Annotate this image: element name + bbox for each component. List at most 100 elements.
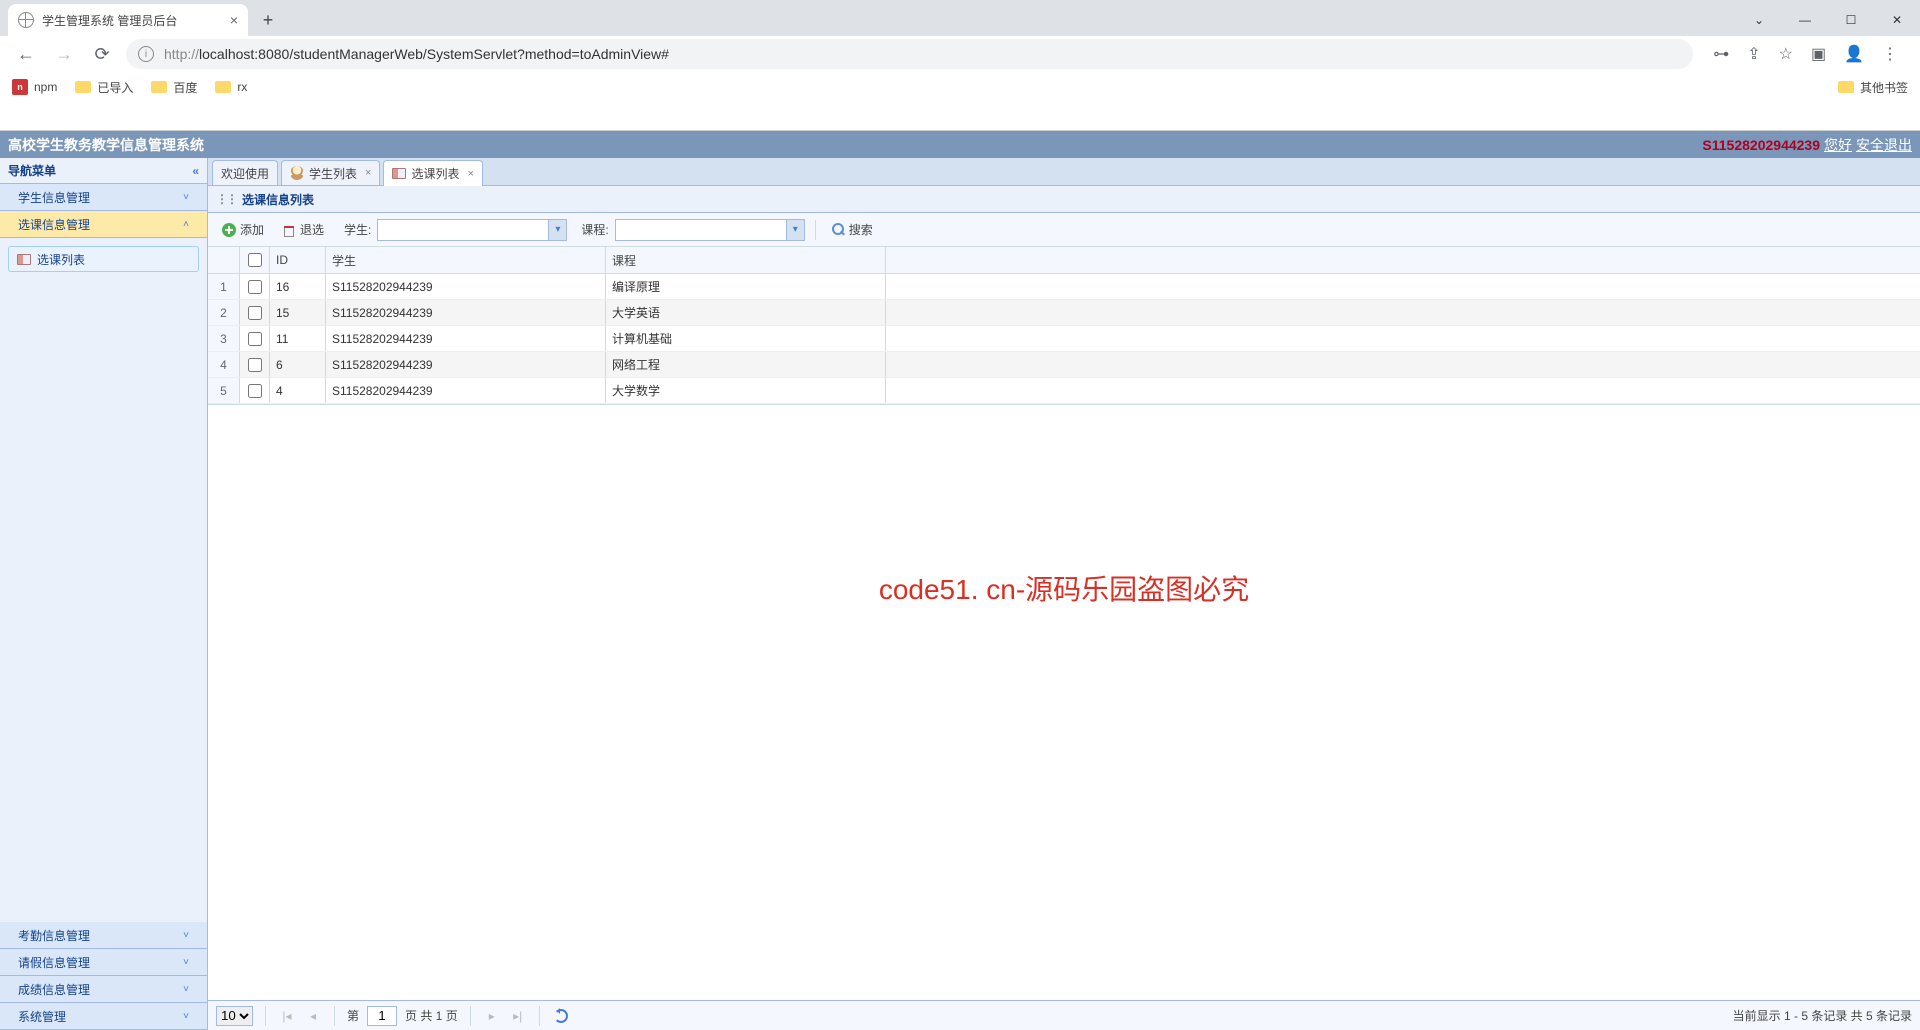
bookmark-npm[interactable]: nnpm <box>12 79 57 95</box>
page-first-button[interactable]: |◂ <box>278 1007 296 1025</box>
page-size-select[interactable]: 10 <box>216 1006 253 1026</box>
window-maximize[interactable]: ☐ <box>1828 4 1874 36</box>
add-icon <box>222 223 236 237</box>
sidebar-collapse-icon[interactable]: « <box>192 164 199 178</box>
sidebar-item-student-info[interactable]: 学生信息管理˅ <box>0 184 207 211</box>
nav-reload-button[interactable]: ⟳ <box>88 40 116 68</box>
page-prev-button[interactable]: ◂ <box>304 1007 322 1025</box>
remove-button[interactable]: 退选 <box>276 219 330 240</box>
table-row[interactable]: 311S11528202944239计算机基础 <box>208 326 1920 352</box>
new-tab-button[interactable]: + <box>254 6 282 34</box>
chevron-down-icon: ˅ <box>183 930 189 941</box>
page-next-button[interactable]: ▸ <box>483 1007 501 1025</box>
cell-course: 网络工程 <box>606 352 886 377</box>
row-checkbox[interactable] <box>248 280 262 294</box>
row-checkbox[interactable] <box>248 306 262 320</box>
folder-icon <box>75 81 91 93</box>
share-icon[interactable]: ⇪ <box>1747 44 1760 64</box>
greeting-link[interactable]: 您好 <box>1824 135 1852 155</box>
window-minimize[interactable]: — <box>1782 4 1828 36</box>
window-tab-dropdown[interactable]: ⌄ <box>1736 4 1782 36</box>
sidebar-item-attendance[interactable]: 考勤信息管理˅ <box>0 922 207 949</box>
row-checkbox[interactable] <box>248 384 262 398</box>
row-checkbox[interactable] <box>248 358 262 372</box>
sidebar: 导航菜单 « 学生信息管理˅ 选课信息管理˄ 选课列表 考勤信息管理˅ 请假信息… <box>0 158 208 1030</box>
table-row[interactable]: 46S11528202944239网络工程 <box>208 352 1920 378</box>
row-number: 5 <box>208 378 240 403</box>
nav-back-button[interactable]: ← <box>12 40 40 68</box>
separator <box>265 1006 266 1026</box>
row-checkbox[interactable] <box>248 332 262 346</box>
col-checkbox-header <box>240 247 270 273</box>
chevron-down-icon: ▾ <box>786 220 804 240</box>
tree-item-course-list[interactable]: 选课列表 <box>8 246 199 272</box>
table-row[interactable]: 116S11528202944239编译原理 <box>208 274 1920 300</box>
main-area: 欢迎使用 学生列表× 选课列表× ⋮⋮ 选课信息列表 添加 退选 学生: ▾ 课… <box>208 158 1920 1030</box>
table-row[interactable]: 54S11528202944239大学数学 <box>208 378 1920 404</box>
current-user-id: S11528202944239 <box>1702 137 1820 153</box>
sidebar-item-course-select[interactable]: 选课信息管理˄ <box>0 211 207 238</box>
refresh-button[interactable] <box>552 1007 570 1025</box>
browser-tab[interactable]: 学生管理系统 管理员后台 × <box>8 4 248 36</box>
row-checkbox-cell <box>240 326 270 351</box>
close-icon[interactable]: × <box>467 168 473 180</box>
bookmark-imported[interactable]: 已导入 <box>75 79 133 96</box>
student-combo[interactable]: ▾ <box>377 219 567 241</box>
chevron-down-icon: ˅ <box>183 192 189 203</box>
tab-course-list[interactable]: 选课列表× <box>383 160 482 186</box>
col-student-header[interactable]: 学生 <box>326 247 606 273</box>
refresh-icon <box>554 1009 568 1023</box>
panel-icon[interactable]: ▣ <box>1811 44 1826 64</box>
row-checkbox-cell <box>240 300 270 325</box>
nav-forward-button[interactable]: → <box>50 40 78 68</box>
cell-course: 大学数学 <box>606 378 886 403</box>
bookmark-rx[interactable]: rx <box>215 80 247 94</box>
tabs-row: 欢迎使用 学生列表× 选课列表× <box>208 158 1920 186</box>
separator <box>334 1006 335 1026</box>
pagination-bar: 10 |◂ ◂ 第 页 共 1 页 ▸ ▸| 当前显示 1 - 5 条记录 共 … <box>208 1000 1920 1030</box>
book-icon <box>392 168 406 179</box>
folder-icon <box>215 81 231 93</box>
url-field[interactable]: i http://localhost:8080/studentManagerWe… <box>126 39 1693 69</box>
app-header: 高校学生教务教学信息管理系统 S11528202944239 您好 安全退出 <box>0 131 1920 158</box>
app-title: 高校学生教务教学信息管理系统 <box>8 135 204 155</box>
folder-icon <box>151 81 167 93</box>
watermark-text: code51. cn-源码乐园盗图必究 <box>879 568 1249 608</box>
tab-student-list[interactable]: 学生列表× <box>281 160 380 185</box>
student-label: 学生: <box>344 221 371 238</box>
logout-link[interactable]: 安全退出 <box>1856 135 1912 155</box>
course-combo[interactable]: ▾ <box>615 219 805 241</box>
profile-icon[interactable]: 👤 <box>1844 44 1864 64</box>
search-button[interactable]: 搜索 <box>826 219 879 240</box>
key-icon[interactable]: ⊶ <box>1713 44 1729 64</box>
bookmark-baidu[interactable]: 百度 <box>151 79 197 96</box>
row-number: 1 <box>208 274 240 299</box>
page-last-button[interactable]: ▸| <box>509 1007 527 1025</box>
table-row[interactable]: 215S11528202944239大学英语 <box>208 300 1920 326</box>
tab-welcome[interactable]: 欢迎使用 <box>212 160 278 185</box>
bookmark-other[interactable]: 其他书签 <box>1838 79 1908 96</box>
chevron-down-icon: ˅ <box>183 984 189 995</box>
add-button[interactable]: 添加 <box>216 219 270 240</box>
col-course-header[interactable]: 课程 <box>606 247 886 273</box>
star-icon[interactable]: ☆ <box>1779 44 1793 64</box>
tab-close-icon[interactable]: × <box>230 12 238 28</box>
cell-id: 6 <box>270 352 326 377</box>
sidebar-item-leave[interactable]: 请假信息管理˅ <box>0 949 207 976</box>
close-icon[interactable]: × <box>365 167 371 179</box>
window-close[interactable]: ✕ <box>1874 4 1920 36</box>
row-checkbox-cell <box>240 274 270 299</box>
sidebar-item-score[interactable]: 成绩信息管理˅ <box>0 976 207 1003</box>
col-id-header[interactable]: ID <box>270 247 326 273</box>
address-bar: ← → ⟳ i http://localhost:8080/studentMan… <box>0 36 1920 72</box>
sidebar-item-system[interactable]: 系统管理˅ <box>0 1003 207 1030</box>
select-all-checkbox[interactable] <box>248 253 262 267</box>
tab-title: 学生管理系统 管理员后台 <box>42 12 177 29</box>
menu-icon[interactable]: ⋮ <box>1882 44 1898 64</box>
page-prefix: 第 <box>347 1007 359 1024</box>
cell-student: S11528202944239 <box>326 378 606 403</box>
cell-id: 11 <box>270 326 326 351</box>
site-info-icon[interactable]: i <box>138 46 154 62</box>
chevron-down-icon: ˅ <box>183 957 189 968</box>
page-number-input[interactable] <box>367 1006 397 1026</box>
